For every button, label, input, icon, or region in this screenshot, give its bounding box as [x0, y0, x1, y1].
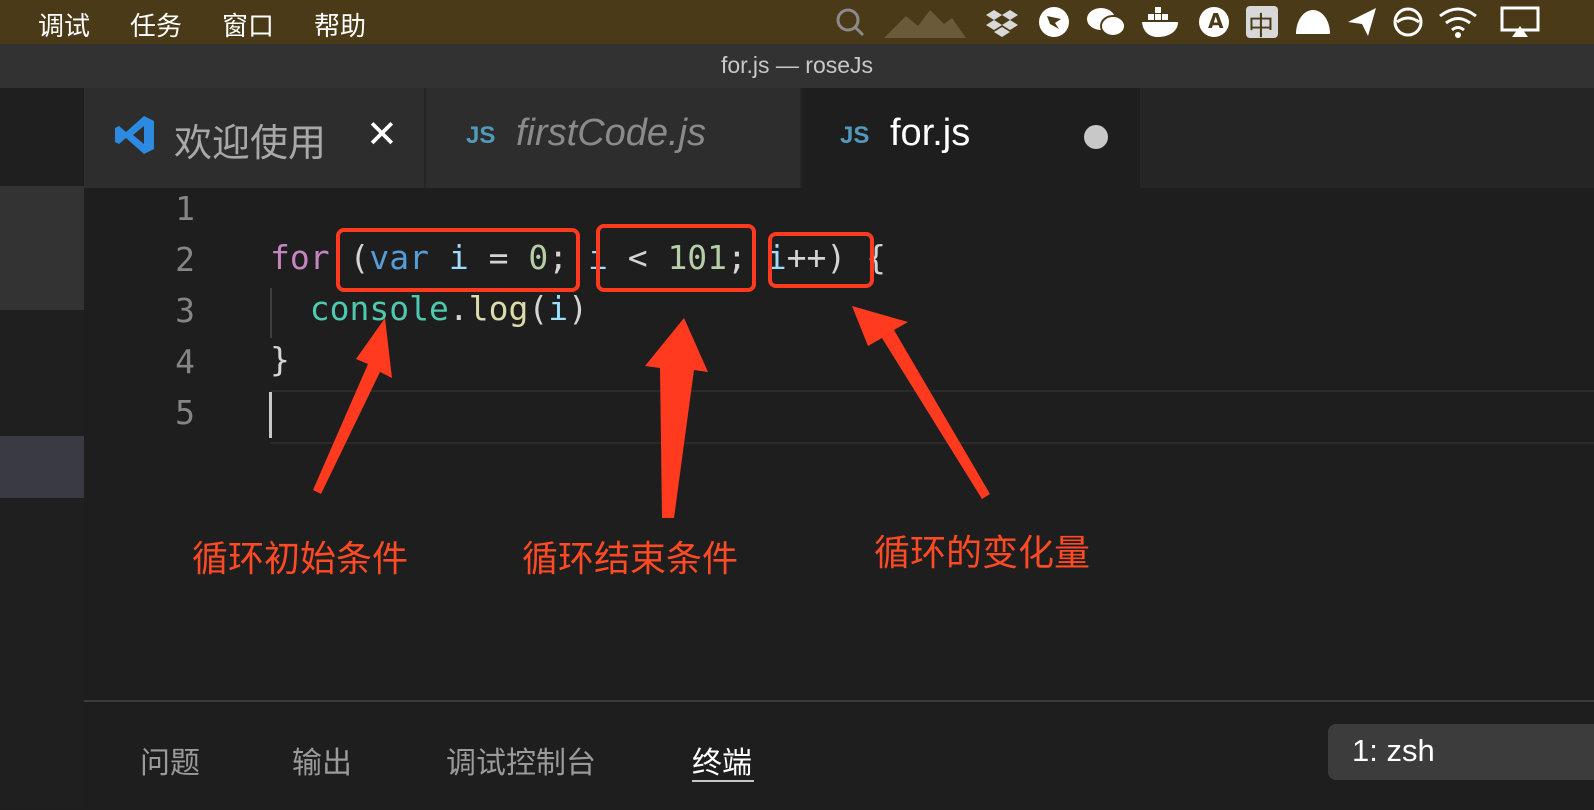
arrow-init — [313, 318, 392, 494]
terminal-selector[interactable]: 1: zsh — [1328, 724, 1594, 780]
arrow-change — [852, 306, 990, 499]
tab-problems[interactable]: 问题 — [140, 738, 200, 782]
terminal-selector-label: 1: zsh — [1352, 733, 1435, 768]
tab-output[interactable]: 输出 — [292, 738, 352, 782]
active-tab-underline — [692, 780, 754, 782]
annotation-end-label: 循环结束条件 — [522, 539, 739, 580]
annotation-change-label: 循环的变化量 — [874, 533, 1091, 574]
tab-debug-console[interactable]: 调试控制台 — [446, 738, 596, 782]
bottom-panel: 问题 输出 调试控制台 终端 1: zsh — [84, 700, 1594, 810]
annotation-init-label: 循环初始条件 — [192, 539, 409, 580]
annotation-arrows — [313, 306, 990, 518]
tab-terminal[interactable]: 终端 — [692, 738, 752, 782]
arrow-end — [645, 318, 708, 518]
